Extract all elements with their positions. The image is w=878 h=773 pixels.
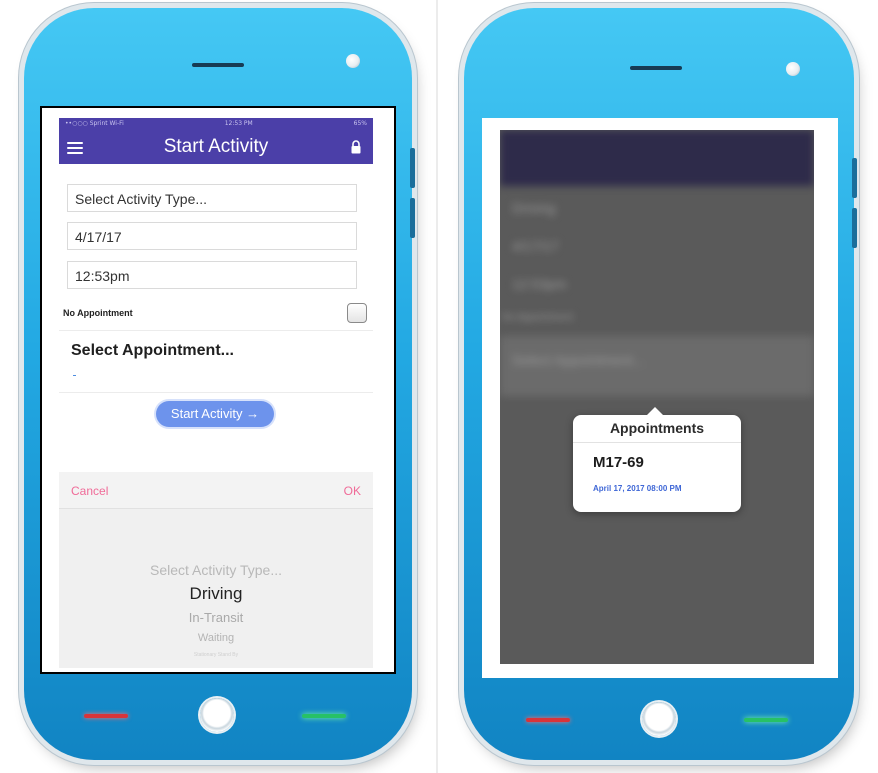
phone-right: Driving 4/17/17 12:53pm No Appointment S… xyxy=(464,8,857,760)
status-bar: ••○○○ Sprint Wi-Fi 12:53 PM 65% xyxy=(59,118,373,130)
blurred-background: Driving 4/17/17 12:53pm No Appointment S… xyxy=(500,130,814,664)
image-divider xyxy=(436,0,438,773)
no-appointment-checkbox[interactable] xyxy=(347,303,367,323)
lock-icon[interactable] xyxy=(349,140,363,154)
picker-option[interactable]: Waiting xyxy=(59,632,373,644)
home-button[interactable] xyxy=(200,698,234,732)
app-viewport-dimmed: Driving 4/17/17 12:53pm No Appointment S… xyxy=(500,130,814,664)
indicator-red xyxy=(526,718,570,722)
camera xyxy=(346,54,360,68)
blurred-row: Select Appointment... xyxy=(512,352,645,368)
divider xyxy=(59,330,373,331)
blurred-row: 4/17/17 xyxy=(512,238,559,254)
screen-right: Driving 4/17/17 12:53pm No Appointment S… xyxy=(484,120,836,676)
indicator-green xyxy=(302,714,346,718)
activity-type-field[interactable]: Select Activity Type... xyxy=(67,184,357,212)
underline-marker xyxy=(73,375,76,376)
side-button xyxy=(852,208,857,248)
page-title: Start Activity xyxy=(163,136,269,157)
picker-option[interactable]: In-Transit xyxy=(59,610,373,625)
battery-label: 65% xyxy=(353,120,367,127)
picker-option-selected[interactable]: Driving xyxy=(59,584,373,604)
no-appointment-label: No Appointment xyxy=(63,308,133,318)
appointments-popover: Appointments M17-69 April 17, 2017 08:00… xyxy=(573,407,741,512)
side-button xyxy=(852,158,857,198)
picker-cancel-button[interactable]: Cancel xyxy=(71,484,108,498)
app-viewport: ••○○○ Sprint Wi-Fi 12:53 PM 65% Start Ac… xyxy=(59,118,373,668)
screen-left: ••○○○ Sprint Wi-Fi 12:53 PM 65% Start Ac… xyxy=(42,108,394,672)
time-field[interactable]: 12:53pm xyxy=(67,261,357,289)
popover-title: Appointments xyxy=(609,420,705,436)
divider xyxy=(59,392,373,393)
nav-bar: Start Activity xyxy=(59,130,373,164)
picker-toolbar: Cancel OK xyxy=(59,472,373,509)
popover-divider xyxy=(573,442,741,443)
picker-ok-button[interactable]: OK xyxy=(344,484,361,498)
start-activity-button[interactable]: Start Activity → xyxy=(156,401,274,427)
select-appointment[interactable]: Select Appointment... xyxy=(71,342,234,360)
start-activity-label: Start Activity xyxy=(170,406,243,421)
date-field[interactable]: 4/17/17 xyxy=(67,222,357,250)
phone-left: ••○○○ Sprint Wi-Fi 12:53 PM 65% Start Ac… xyxy=(24,8,415,760)
earpiece xyxy=(630,66,682,70)
picker-option[interactable]: Select Activity Type... xyxy=(59,562,373,578)
blurred-row: No Appointment xyxy=(502,312,574,323)
hamburger-icon[interactable] xyxy=(67,142,83,154)
side-button xyxy=(410,148,415,188)
clock-label: 12:53 PM xyxy=(224,120,253,127)
indicator-red xyxy=(84,714,128,718)
arrow-right-icon: → xyxy=(246,406,260,421)
appointment-item[interactable]: M17-69 xyxy=(593,454,644,471)
home-button[interactable] xyxy=(642,702,676,736)
activity-picker: Cancel OK Select Activity Type... Drivin… xyxy=(59,472,373,668)
side-button xyxy=(410,198,415,238)
screen-frame: Driving 4/17/17 12:53pm No Appointment S… xyxy=(482,118,838,678)
indicator-green xyxy=(744,718,788,722)
carrier-label: ••○○○ Sprint Wi-Fi xyxy=(65,120,124,127)
earpiece xyxy=(192,63,244,67)
blurred-row: Driving xyxy=(512,200,556,216)
popover-arrow xyxy=(647,407,663,415)
camera xyxy=(786,62,800,76)
picker-option[interactable]: Stationary Stand By xyxy=(59,652,373,658)
appointment-date[interactable]: April 17, 2017 08:00 PM xyxy=(593,484,682,493)
screen-frame: ••○○○ Sprint Wi-Fi 12:53 PM 65% Start Ac… xyxy=(40,106,396,674)
blurred-row: 12:53pm xyxy=(512,276,567,292)
